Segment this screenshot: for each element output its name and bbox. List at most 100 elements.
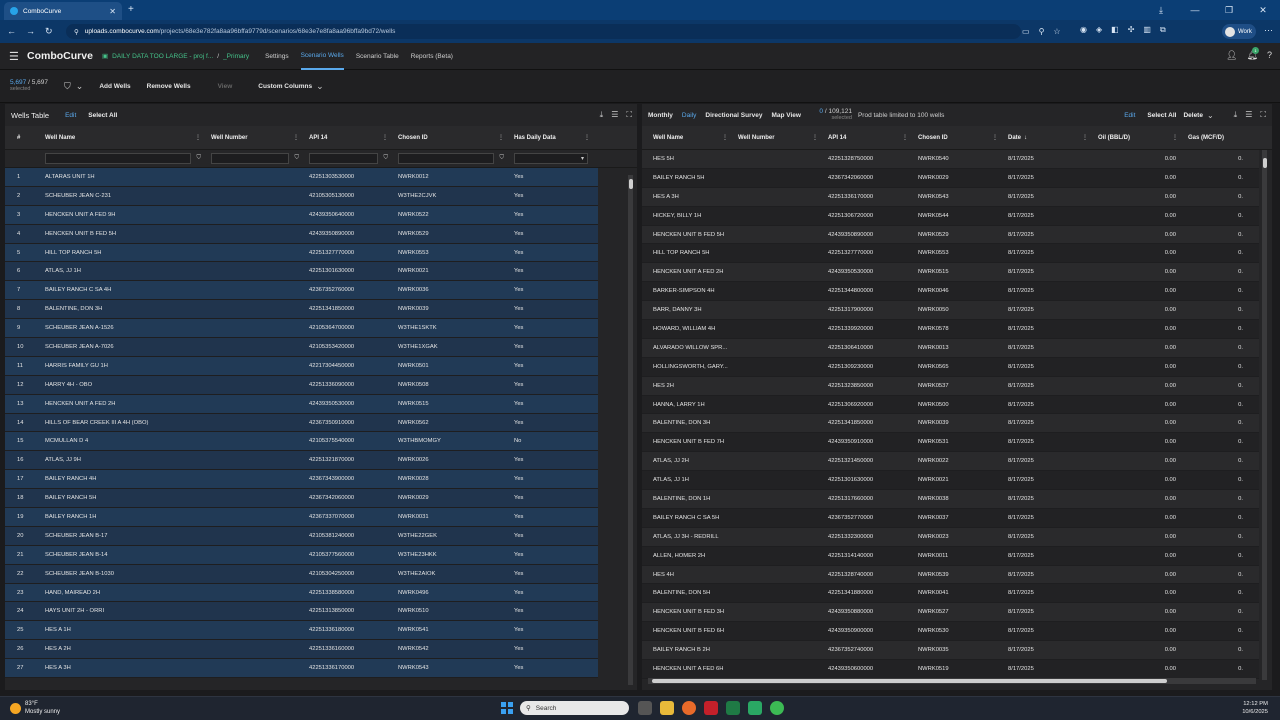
chevron-down-icon[interactable]: ⌄ — [1207, 111, 1214, 120]
filter-icon[interactable]: ⛉ — [383, 155, 388, 162]
column-menu-icon[interactable]: ⋮ — [992, 134, 998, 141]
table-row[interactable]: HENCKEN UNIT B FED 6H 42439350900000 NWRK0… — [642, 622, 1259, 642]
column-settings-icon[interactable]: ☰ — [1245, 110, 1252, 120]
extension-icon[interactable]: ◈ — [1096, 25, 1102, 35]
table-row[interactable]: 26 HES A 2H 42251336160000 NWRK0542 Yes — [5, 640, 598, 660]
table-row[interactable]: 25 HES A 1H 42251336180000 NWRK0541 Yes — [5, 621, 598, 641]
table-row[interactable]: 8 BALENTINE, DON 3H 42251341850000 NWRK0039… — [5, 300, 598, 320]
column-menu-icon[interactable]: ⋮ — [195, 134, 201, 141]
breadcrumb-scenario[interactable]: _Primary — [223, 53, 249, 60]
new-tab-icon[interactable]: + — [128, 4, 134, 15]
edit-button[interactable]: Edit — [65, 112, 76, 119]
filter-input[interactable] — [309, 153, 378, 164]
table-row[interactable]: 5 HILL TOP RANCH 5H 42251327770000 NWRK0553… — [5, 243, 598, 263]
nav-reports[interactable]: Reports (Beta) — [411, 43, 453, 70]
table-row[interactable]: BALENTINE, DON 1H 42251317660000 NWRK0038 8… — [642, 490, 1259, 509]
table-row[interactable]: 20 SCHEUBER JEAN B-17 42105381240000 W3THE2… — [5, 526, 598, 546]
filter-icon[interactable]: ⛉ — [64, 81, 71, 92]
column-menu-icon[interactable]: ⋮ — [293, 134, 299, 141]
scrollbar-thumb[interactable] — [652, 679, 1167, 683]
fullscreen-icon[interactable]: ⛶ — [626, 110, 632, 120]
table-row[interactable]: HENCKEN UNIT A FED 2H 42439350530000 NWRK0… — [642, 263, 1259, 283]
filter-select[interactable] — [514, 153, 588, 164]
table-row[interactable]: 6 ATLAS, JJ 1H 42251301630000 NWRK0021 Yes — [5, 262, 598, 282]
delete-button[interactable]: Delete — [1183, 112, 1203, 119]
puzzle-extensions-icon[interactable]: ✣ — [1128, 25, 1135, 35]
minimize-icon[interactable]: — — [1178, 0, 1212, 20]
table-row[interactable]: HICKEY, BILLY 1H 42251306720000 NWRK0544 8/… — [642, 206, 1259, 226]
col-header-index[interactable]: # — [5, 126, 39, 150]
filter-input[interactable] — [45, 153, 191, 164]
table-row[interactable]: HENCKEN UNIT A FED 6H 42439350600000 NWRK0… — [642, 660, 1259, 679]
table-row[interactable]: HES 2H 42251323850000 NWRK0537 8/17/2025 0.0… — [642, 376, 1259, 396]
table-row[interactable]: 7 BAILEY RANCH C SA 4H 42367352760000 NWRK0… — [5, 281, 598, 301]
table-row[interactable]: BALENTINE, DON 5H 42251341880000 NWRK0041 8… — [642, 584, 1259, 604]
col-header-well-name[interactable]: Well Name ⋮ — [39, 126, 205, 150]
table-row[interactable]: BAILEY RANCH 5H 42367342060000 NWRK0029 8/1… — [642, 168, 1259, 188]
table-row[interactable]: HENCKEN UNIT B FED 7H 42439350910000 NWRK0… — [642, 433, 1259, 453]
table-row[interactable]: 17 BAILEY RANCH 4H 42367343900000 NWRK0028 Y… — [5, 470, 598, 490]
table-row[interactable]: 14 HILLS OF BEAR CREEK III A 4H (OBO) 4236… — [5, 413, 598, 433]
windows-start-icon[interactable] — [501, 702, 513, 714]
view-button[interactable]: View — [218, 83, 233, 90]
column-menu-icon[interactable]: ⋮ — [722, 134, 728, 141]
table-row[interactable]: HOLLINGSWORTH, GARY... 42251309230000 NWRK… — [642, 357, 1259, 377]
column-menu-icon[interactable]: ⋮ — [1172, 134, 1178, 141]
custom-columns-button[interactable]: Custom Columns — [258, 83, 312, 90]
column-menu-icon[interactable]: ⋮ — [1082, 134, 1088, 141]
edit-button[interactable]: Edit — [1124, 112, 1135, 119]
app-logo[interactable]: ComboCurve — [27, 50, 93, 62]
url-field[interactable]: ⚲ uploads.combocurve.com/projects/68e3e7… — [66, 24, 1021, 39]
table-row[interactable]: HENCKEN UNIT B FED 3H 42439350880000 NWRK0… — [642, 603, 1259, 623]
table-row[interactable]: 4 HENCKEN UNIT B FED 5H 42439350890000 NWRK… — [5, 224, 598, 244]
taskbar-search[interactable]: ⚲ Search — [520, 701, 629, 715]
table-row[interactable]: BAILEY RANCH B 2H 42367352740000 NWRK0035 8… — [642, 641, 1259, 661]
back-icon[interactable]: ← — [7, 26, 16, 37]
column-menu-icon[interactable]: ⋮ — [812, 134, 818, 141]
download-icon[interactable]: ⤓ — [1234, 110, 1238, 120]
sort-desc-icon[interactable]: ↓ — [1024, 135, 1027, 141]
col-header-gas[interactable]: Gas (MCF/D) — [1182, 126, 1262, 150]
zoom-icon[interactable]: ⚲ — [1039, 27, 1045, 36]
browser-tab[interactable]: ComboCurve ✕ — [4, 2, 122, 20]
col-header-api14[interactable]: API 14 ⋮ — [822, 126, 912, 150]
col-header-well-name[interactable]: Well Name ⋮ — [642, 126, 732, 150]
tab-monthly[interactable]: Monthly — [648, 112, 673, 119]
filter-icon[interactable]: ⛉ — [196, 155, 201, 162]
nav-settings[interactable]: Settings — [265, 43, 289, 70]
app-icon[interactable] — [748, 701, 762, 715]
tab-map-view[interactable]: Map View — [771, 112, 801, 119]
bookmark-star-icon[interactable]: ☆ — [1053, 27, 1060, 36]
nav-scenario-wells[interactable]: Scenario Wells — [300, 43, 344, 70]
table-row[interactable]: 21 SCHEUBER JEAN B-14 42105377560000 W3THE2… — [5, 545, 598, 565]
filter-icon[interactable]: ⛉ — [499, 155, 504, 162]
profile-button[interactable]: Work — [1222, 24, 1256, 39]
select-all-button[interactable]: Select All — [88, 112, 117, 119]
table-row[interactable]: ATLAS, JJ 1H 42251301630000 NWRK0021 8/17/2… — [642, 471, 1259, 491]
site-info-icon[interactable]: ⚲ — [74, 28, 79, 36]
column-menu-icon[interactable]: ⋮ — [382, 134, 388, 141]
filter-input[interactable] — [211, 153, 289, 164]
col-header-well-number[interactable]: Well Number ⋮ — [732, 126, 822, 150]
table-row[interactable]: 16 ATLAS, JJ 9H 42251321870000 NWRK0026 Yes — [5, 451, 598, 471]
weather-widget[interactable]: 83°F Mostly sunny — [10, 700, 60, 716]
table-row[interactable]: 11 HARRIS FAMILY GU 1H 42217304450000 NWRK0… — [5, 356, 598, 376]
table-row[interactable]: 18 BAILEY RANCH 5H 42367342060000 NWRK0029 Y… — [5, 489, 598, 509]
filter-icon[interactable]: ⛉ — [294, 155, 299, 162]
help-icon[interactable]: ? — [1267, 50, 1272, 61]
column-menu-icon[interactable]: ⋮ — [902, 134, 908, 141]
table-row[interactable]: HES A 3H 42251336170000 NWRK0543 8/17/2025 0… — [642, 187, 1259, 207]
cast-icon[interactable]: ▭ — [1022, 27, 1030, 36]
close-tab-icon[interactable]: ✕ — [109, 7, 116, 16]
user-icon[interactable]: 👤︎ — [1226, 50, 1237, 61]
more-menu-icon[interactable]: ⋯ — [1264, 25, 1273, 36]
reload-icon[interactable]: ↻ — [45, 26, 53, 37]
chevron-down-icon[interactable]: ⌄ — [76, 81, 84, 92]
column-menu-icon[interactable]: ⋮ — [498, 134, 504, 141]
table-row[interactable]: 27 HES A 3H 42251336170000 NWRK0543 Yes — [5, 659, 598, 679]
column-settings-icon[interactable]: ☰ — [611, 110, 618, 120]
table-row[interactable]: ALVARADO WILLOW SPR... 42251306410000 NWRK… — [642, 338, 1259, 358]
select-all-button[interactable]: Select All — [1147, 112, 1176, 119]
col-header-chosen-id[interactable]: Chosen ID ⋮ — [392, 126, 508, 150]
table-row[interactable]: HES 4H 42251328740000 NWRK0539 8/17/2025 0.0… — [642, 565, 1259, 585]
